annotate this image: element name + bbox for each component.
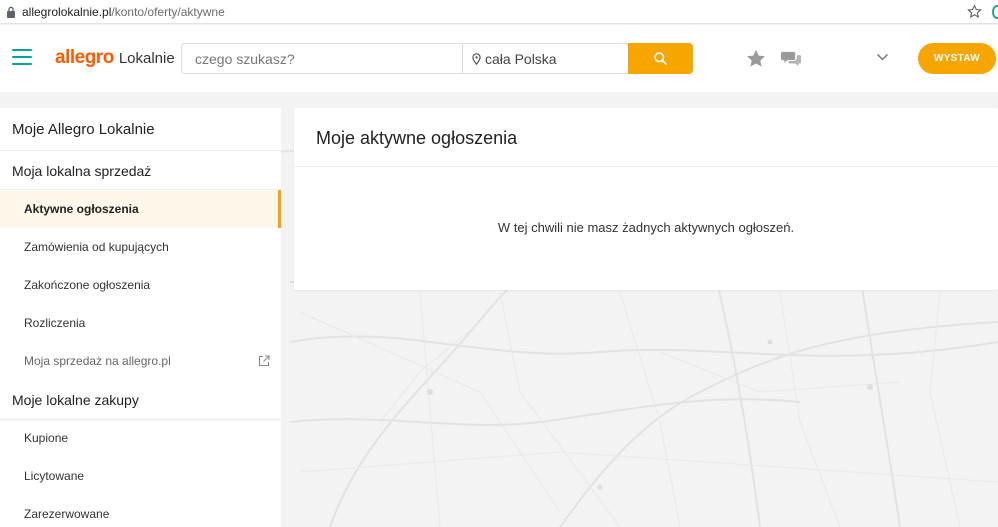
location-pin-icon [472, 53, 481, 65]
site-logo[interactable]: allegro Lokalnie [55, 47, 175, 69]
address-url[interactable]: allegrolokalnie.pl/konto/oferty/aktywne [22, 5, 225, 19]
sidebar-item-label: Kupione [24, 431, 69, 445]
empty-state-message: W tej chwili nie masz żadnych aktywnych … [497, 220, 795, 235]
sidebar-item-bought[interactable]: Kupione [0, 419, 281, 457]
sidebar-item-label: Zamówienia od kupujących [24, 240, 169, 254]
sidebar-item-label: Moja sprzedaż na allegro.pl [24, 354, 171, 368]
hamburger-icon[interactable] [12, 49, 32, 65]
site-header: allegro Lokalnie WYSTAW [0, 25, 998, 92]
chat-icon[interactable] [781, 50, 801, 67]
search-icon [654, 52, 667, 65]
sidebar-item-label: Aktywne ogłoszenia [24, 202, 139, 216]
sidebar-item-label: Zarezerwowane [24, 507, 110, 521]
external-link-icon [258, 355, 270, 367]
sidebar-section-sales: Moja lokalna sprzedaż [0, 151, 281, 190]
extension-icon[interactable] [992, 5, 998, 19]
active-listings-panel: Moje aktywne ogłoszenia W tej chwili nie… [294, 108, 998, 290]
chevron-down-icon[interactable] [876, 53, 889, 62]
sidebar-item-ended-listings[interactable]: Zakończone ogłoszenia [0, 266, 281, 304]
sidebar-item-label: Rozliczenia [24, 316, 86, 330]
url-path: /konto/oferty/aktywne [111, 5, 225, 19]
lock-icon [7, 6, 15, 18]
add-listing-button[interactable]: WYSTAW [918, 43, 996, 74]
sidebar-item-settlements[interactable]: Rozliczenia [0, 304, 281, 342]
sidebar-item-allegro-sales[interactable]: Moja sprzedaż na allegro.pl [0, 342, 281, 380]
sidebar-item-label: Zakończone ogłoszenia [24, 278, 151, 292]
account-sidebar: Moje Allegro Lokalnie Moja lokalna sprze… [0, 108, 281, 527]
sidebar-item-buyer-orders[interactable]: Zamówienia od kupujących [0, 228, 281, 266]
page-title: Moje aktywne ogłoszenia [294, 108, 998, 167]
search-button[interactable] [628, 43, 693, 74]
location-box [462, 43, 629, 74]
sidebar-title: Moje Allegro Lokalnie [0, 108, 281, 151]
url-host: allegrolokalnie.pl [22, 5, 112, 19]
sidebar-section-purchases: Moje lokalne zakupy [0, 380, 281, 419]
location-input[interactable] [463, 44, 628, 73]
sidebar-item-active-listings[interactable]: Aktywne ogłoszenia [0, 190, 281, 228]
favorites-star-icon[interactable] [746, 49, 766, 68]
sidebar-item-bidding[interactable]: Licytowane [0, 457, 281, 495]
sidebar-item-label: Licytowane [24, 469, 85, 483]
logo-brand: allegro [55, 47, 114, 68]
logo-sub: Lokalnie [118, 50, 175, 67]
search-box [181, 43, 463, 74]
bookmark-star-icon[interactable] [967, 4, 982, 19]
browser-address-bar: allegrolokalnie.pl/konto/oferty/aktywne [0, 0, 998, 24]
sidebar-item-reserved[interactable]: Zarezerwowane [0, 495, 281, 527]
search-input[interactable] [182, 44, 463, 73]
